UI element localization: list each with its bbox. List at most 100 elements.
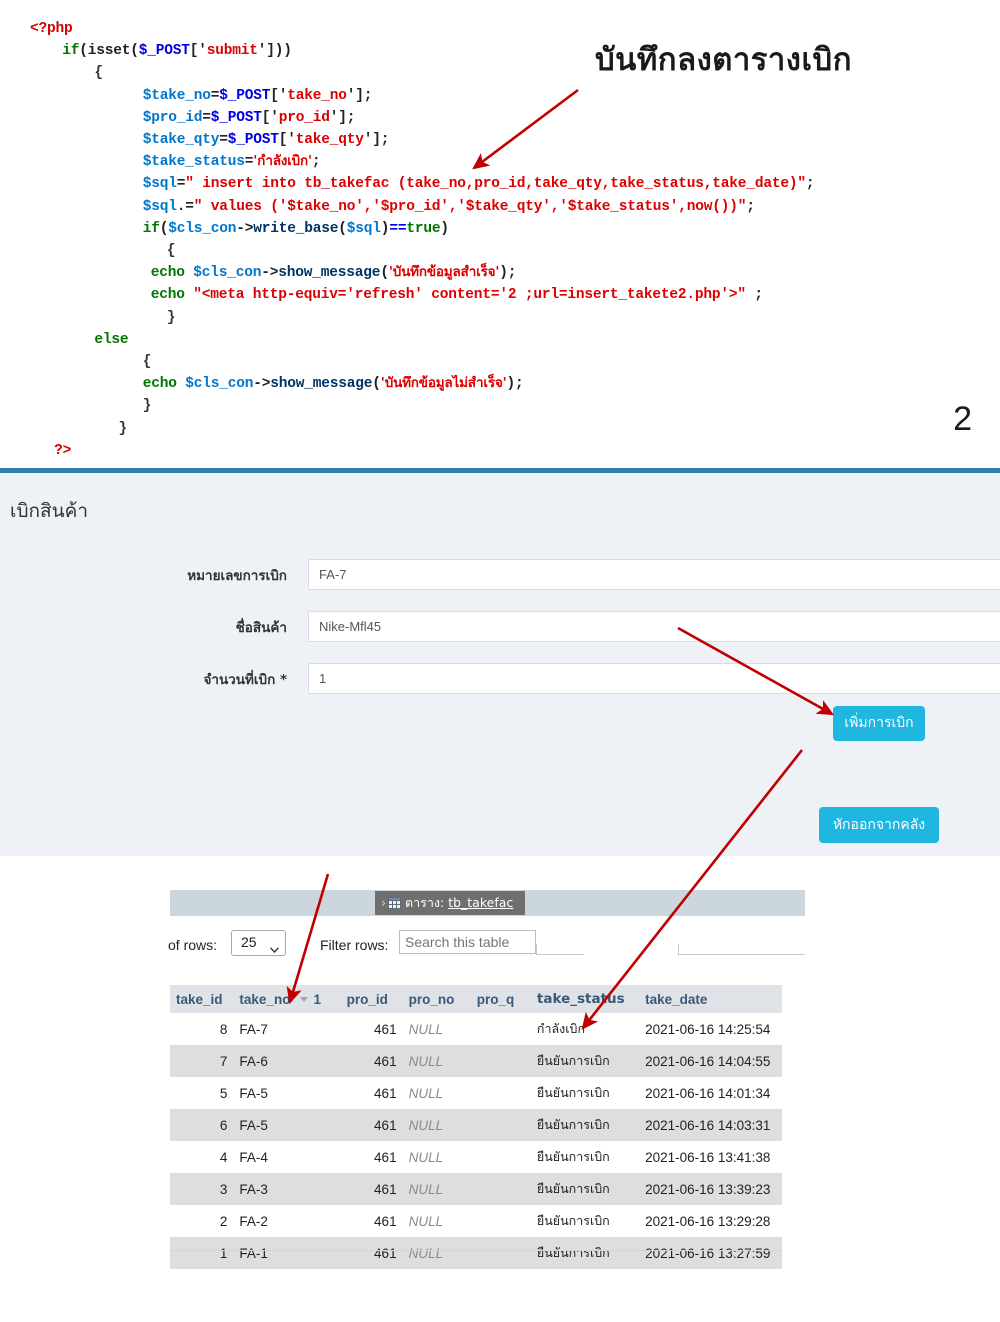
th-label-pro-no: pro_no [408,991,455,1007]
table-row[interactable]: 6 FA-5 461 NULL ยืนยันการเบิก 2021-06-16 14:0… [170,1109,782,1141]
slide-root: <?php if(isset($_POST['submit'])){$take_n… [0,0,1000,1322]
filter-rows-input[interactable] [399,930,536,954]
code-token: { [94,65,103,82]
th-pro-no[interactable]: pro_no [402,985,471,1013]
code-token: [' [261,109,279,126]
cell-take-status: ยืนยันการเบิก [530,1173,640,1205]
cell-take-no: FA-3 [233,1173,341,1205]
control-underline-right [678,954,805,955]
add-withdrawal-button[interactable]: เพิ่มการเบิก [833,706,925,741]
code-token: ; [805,176,815,193]
cell-pro-no: NULL [402,1141,471,1173]
null-value: NULL [408,1213,444,1229]
breadcrumb-bar: › ตาราง: tb_takefac [170,890,805,916]
th-take-status[interactable]: take_status [530,985,640,1013]
cell-take-date: 2021-06-16 13:27:59 [639,1237,782,1269]
cell-take-no: FA-5 [233,1109,341,1141]
table-row[interactable]: 5 FA-5 461 NULL ยืนยันการเบิก 2021-06-16 14:0… [170,1077,782,1109]
cell-pro-qty [470,1109,531,1141]
cell-take-id: 5 [170,1077,234,1109]
code-line-9: $sql.=" values ('$take_no','$pro_id','$t… [142,198,755,215]
cell-take-date: 2021-06-16 14:03:31 [639,1109,782,1141]
th-label-take-status: take_status [536,991,625,1007]
phpmyadmin-table-area: › ตาราง: tb_takefac of rows: 25 Filter row… [0,880,1000,1280]
table-bottom-rule [170,1250,782,1251]
code-token: "<meta http-equiv='refresh' content='2 ;… [193,287,746,304]
code-line-11: { [167,244,176,259]
cell-pro-qty [470,1237,531,1269]
cell-pro-no: NULL [402,1237,471,1269]
code-token: $_POST [219,87,271,104]
form-row-quantity: จำนวนที่เบิก * [0,663,1000,697]
th-pro-qty[interactable]: pro_q [470,985,531,1013]
code-token: 'บันทึกข้อมูลไม่สำเร็จ' [380,375,507,392]
cell-take-status: ยืนยันการเบิก [530,1109,640,1141]
cell-pro-id: 461 [340,1173,403,1205]
sort-order-index: 1 [313,991,321,1007]
cell-pro-no: NULL [402,1013,471,1045]
th-take-id[interactable]: take_id [170,985,234,1013]
cell-pro-id: 461 [340,1077,403,1109]
code-line-15: else [94,333,128,348]
cell-take-no: FA-6 [233,1045,341,1077]
cell-take-status: ยืนยันการเบิก [530,1237,640,1269]
null-value: NULL [408,1245,444,1261]
table-row[interactable]: 3 FA-3 461 NULL ยืนยันการเบิก 2021-06-16 13:3… [170,1173,782,1205]
table-controls: of rows: 25 Filter rows: [0,930,1000,962]
page-number: 2 [953,400,972,438]
null-value: NULL [408,1021,444,1037]
code-token: $cls_con [193,265,262,282]
control-underline-left [536,954,584,955]
th-label-take-id: take_id [176,991,223,1007]
cell-take-date: 2021-06-16 13:41:38 [639,1141,782,1173]
code-token: = [210,87,220,104]
input-take-no[interactable] [308,559,1000,590]
code-line-16: { [143,355,152,370]
code-line-10: if($cls_con->write_base($sql)==true) [143,222,449,237]
code-line-19: } [119,421,128,437]
rows-per-page-value: 25 [241,934,257,950]
withdraw-form-panel: เบิกสินค้า หมายเลขการเบิก ชื่อสินค้า จำน… [0,468,1000,856]
rows-per-page-select[interactable]: 25 [231,930,286,956]
code-token: ( [372,376,381,393]
th-take-date[interactable]: take_date [639,985,782,1013]
results-table: take_id take_no 1 pro_id pro_no pro_q tak… [170,985,782,1269]
code-token: ( [380,265,389,282]
cell-pro-qty [470,1141,531,1173]
slide-heading: บันทึกลงตารางเบิก [595,42,852,78]
code-line-7: $take_status='กำลังเบิก'; [143,154,321,171]
code-token: true [406,220,441,237]
control-tick-right [678,944,679,955]
table-row[interactable]: 2 FA-2 461 NULL ยืนยันการเบิก 2021-06-16 13:2… [170,1205,782,1237]
code-line-5: $pro_id=$_POST['pro_id']; [143,111,356,126]
breadcrumb-prefix: ตาราง: [405,895,445,910]
table-row[interactable]: 8 FA-7 461 NULL กำลังเบิก 2021-06-16 14:25:54 [170,1013,782,1045]
cell-take-id: 6 [170,1109,234,1141]
table-row[interactable]: 1 FA-1 461 NULL ยืนยันการเบิก 2021-06-16 13:2… [170,1237,782,1269]
cell-pro-no: NULL [402,1077,471,1109]
code-token: (isset( [79,43,139,60]
th-pro-id[interactable]: pro_id [340,985,403,1013]
code-token: = [244,154,254,171]
code-line-2: if(isset($_POST['submit'])) [62,44,292,59]
code-token: ( [338,220,347,237]
code-line-12: echo $cls_con->show_message('บันทึกข้อมู… [151,265,517,282]
code-token: [' [278,132,296,148]
cell-take-status: ยืนยันการเบิก [530,1205,640,1237]
input-product-name[interactable] [308,611,1000,642]
cell-pro-qty [470,1045,531,1077]
cell-pro-id: 461 [340,1045,403,1077]
code-token: echo [150,287,194,304]
null-value: NULL [408,1117,444,1133]
deduct-from-stock-button[interactable]: หักออกจากคลัง [819,807,939,843]
code-token: ( [159,220,169,237]
code-token: $sql [142,198,177,215]
input-quantity[interactable] [308,663,1000,694]
label-filter-rows: Filter rows: [320,937,389,953]
breadcrumb[interactable]: › ตาราง: tb_takefac [375,891,526,915]
th-take-no[interactable]: take_no 1 [233,985,341,1013]
table-row[interactable]: 4 FA-4 461 NULL ยืนยันการเบิก 2021-06-16 13:4… [170,1141,782,1173]
breadcrumb-separator: › [381,895,386,910]
table-row[interactable]: 7 FA-6 461 NULL ยืนยันการเบิก 2021-06-16 14:0… [170,1045,782,1077]
code-token: if [142,220,160,237]
